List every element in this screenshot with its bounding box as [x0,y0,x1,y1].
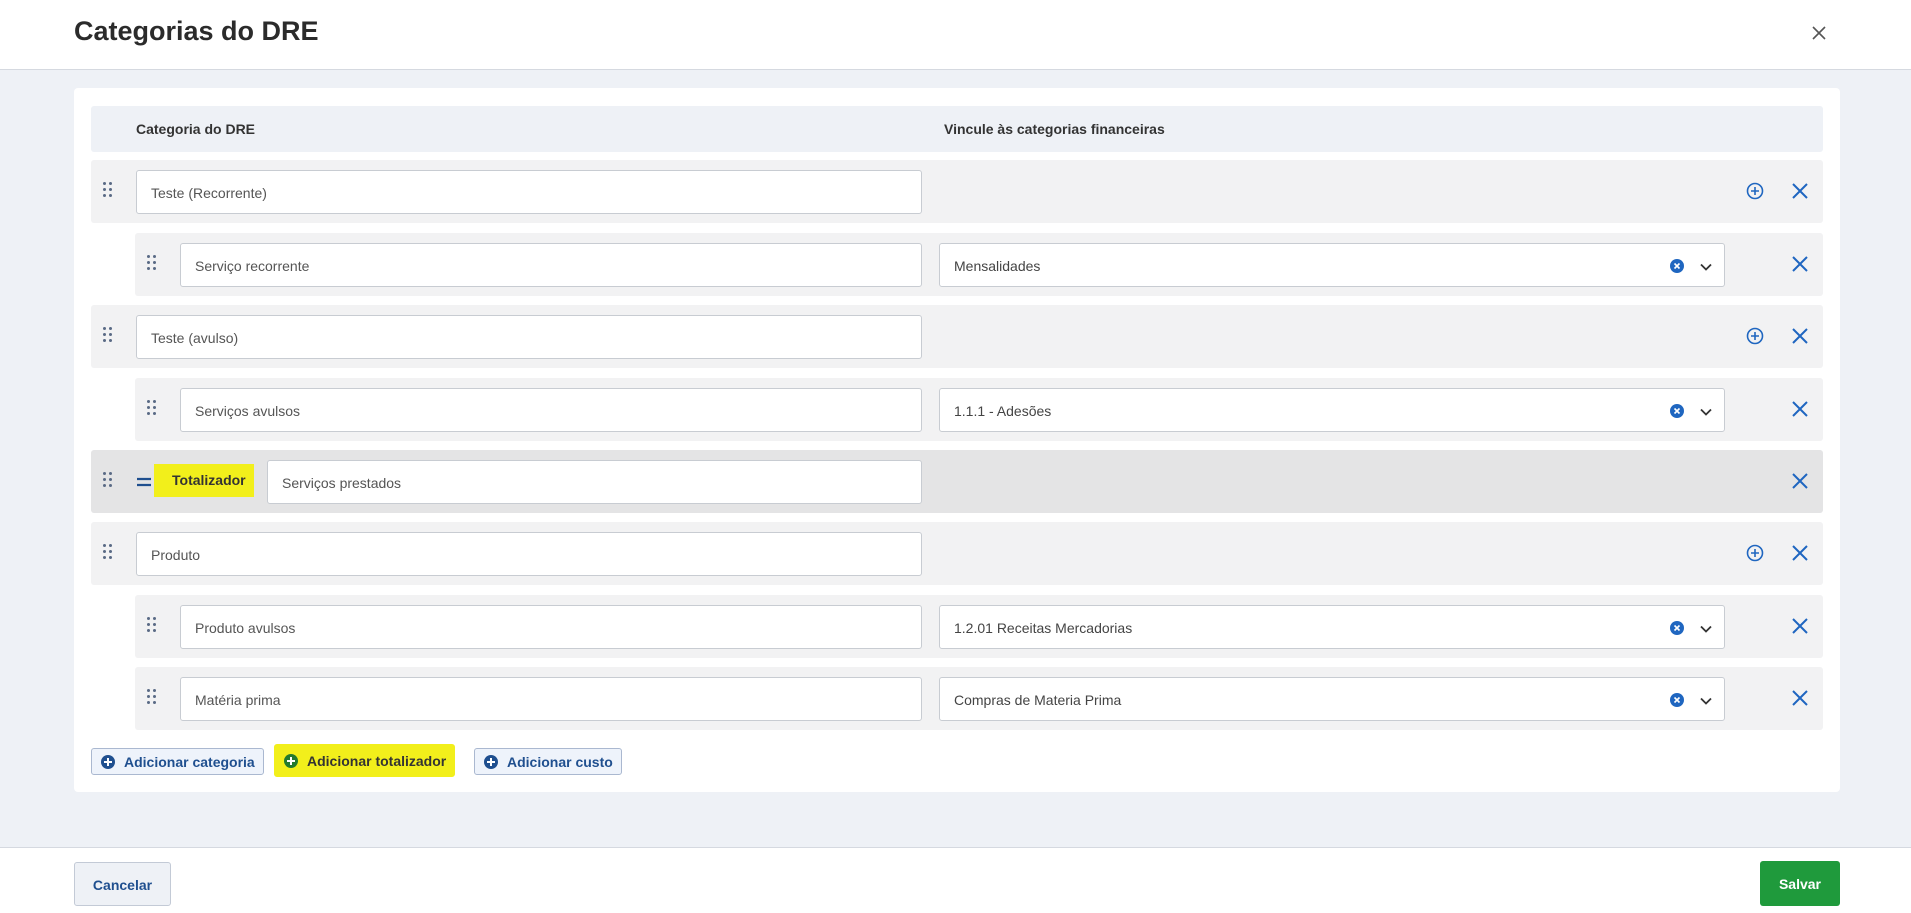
selected-value: Mensalidades [954,258,1041,274]
add-totalizer-button[interactable]: Adicionar totalizador [274,744,456,777]
selected-value: 1.1.1 - Adesões [954,403,1052,419]
drag-handle-icon[interactable] [147,400,159,418]
add-subcategory-icon[interactable] [1746,182,1764,205]
close-icon[interactable] [1808,22,1830,44]
column-header: Categoria do DRE Vincule às categorias f… [91,106,1823,152]
financial-category-select[interactable]: 1.2.01 Receitas Mercadorias [939,605,1725,649]
drag-handle-icon[interactable] [147,255,159,273]
remove-row-icon[interactable] [1791,617,1809,640]
add-subcategory-icon[interactable] [1746,327,1764,350]
remove-row-icon[interactable] [1791,255,1809,278]
category-row: Produto [91,522,1823,585]
category-input[interactable]: Teste (avulso) [136,315,922,359]
category-input[interactable]: Teste (Recorrente) [136,170,922,214]
clear-circle-icon[interactable] [1670,404,1684,418]
add-cost-button[interactable]: Adicionar custo [474,748,622,775]
modal-footer: Cancelar Salvar [0,847,1911,913]
chevron-down-icon[interactable] [1699,694,1713,708]
drag-handle-icon[interactable] [103,472,115,490]
category-row: Teste (Recorrente) [91,160,1823,223]
page-title: Categorias do DRE [74,16,319,46]
clear-circle-icon[interactable] [1670,259,1684,273]
column-category-label: Categoria do DRE [136,121,256,137]
add-cost-label: Adicionar custo [507,754,613,770]
remove-row-icon[interactable] [1791,182,1809,205]
totalizer-row: Totalizador Serviços prestados [91,450,1823,513]
subcategory-input[interactable]: Matéria prima [180,677,922,721]
drag-handle-icon[interactable] [103,544,115,562]
category-row: Teste (avulso) [91,305,1823,368]
save-button[interactable]: Salvar [1760,861,1840,906]
add-category-label: Adicionar categoria [124,754,255,770]
subcategory-input[interactable]: Serviço recorrente [180,243,922,287]
drag-handle-icon[interactable] [103,327,115,345]
subcategory-input[interactable]: Serviços avulsos [180,388,922,432]
cancel-button[interactable]: Cancelar [74,862,171,906]
subcategory-row: Matéria prima Compras de Materia Prima [135,667,1823,730]
remove-row-icon[interactable] [1791,544,1809,567]
subcategory-row: Produto avulsos 1.2.01 Receitas Mercador… [135,595,1823,658]
add-totalizer-label: Adicionar totalizador [307,753,447,769]
subcategory-row: Serviço recorrente Mensalidades [135,233,1823,296]
add-subcategory-icon[interactable] [1746,544,1764,567]
subcategory-row: Serviços avulsos 1.1.1 - Adesões [135,378,1823,441]
selected-value: 1.2.01 Receitas Mercadorias [954,620,1133,636]
equals-icon [136,475,152,493]
subcategory-input[interactable]: Produto avulsos [180,605,922,649]
clear-circle-icon[interactable] [1670,693,1684,707]
financial-category-select[interactable]: Mensalidades [939,243,1725,287]
category-input[interactable]: Produto [136,532,922,576]
financial-category-select[interactable]: 1.1.1 - Adesões [939,388,1725,432]
remove-row-icon[interactable] [1791,400,1809,423]
chevron-down-icon[interactable] [1699,405,1713,419]
plus-circle-icon [284,754,298,768]
remove-row-icon[interactable] [1791,689,1809,712]
remove-row-icon[interactable] [1791,472,1809,495]
modal-header: Categorias do DRE [0,0,1911,70]
drag-handle-icon[interactable] [103,182,115,200]
drag-handle-icon[interactable] [147,689,159,707]
plus-circle-icon [101,755,115,769]
add-category-button[interactable]: Adicionar categoria [91,748,264,775]
chevron-down-icon[interactable] [1699,260,1713,274]
financial-category-select[interactable]: Compras de Materia Prima [939,677,1725,721]
chevron-down-icon[interactable] [1699,622,1713,636]
selected-value: Compras de Materia Prima [954,692,1122,708]
totalizer-badge: Totalizador [154,464,254,497]
plus-circle-icon [484,755,498,769]
remove-row-icon[interactable] [1791,327,1809,350]
totalizer-input[interactable]: Serviços prestados [267,460,922,504]
drag-handle-icon[interactable] [147,617,159,635]
column-link-label: Vincule às categorias financeiras [944,121,1165,137]
clear-circle-icon[interactable] [1670,621,1684,635]
